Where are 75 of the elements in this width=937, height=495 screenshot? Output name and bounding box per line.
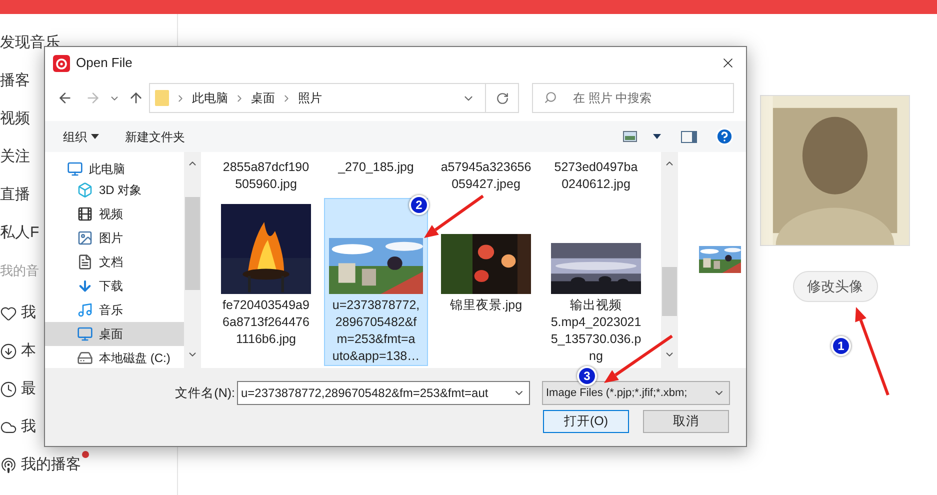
nav-item[interactable]: 文档 [45, 250, 184, 274]
back-icon[interactable] [57, 90, 73, 106]
file-type-select[interactable]: Image Files (*.pjp;*.jfif;*.xbm; [542, 381, 730, 405]
section-title: 我的音 [0, 262, 39, 280]
dialog-title: Open File [76, 54, 132, 72]
sidebar-icon [0, 380, 17, 398]
new-folder-button[interactable]: 新建文件夹 [125, 128, 185, 146]
filename-field[interactable]: u=2373878772,2896705482&fm=253&fmt=aut [237, 381, 530, 405]
nav-item[interactable]: 3D 对象 [45, 178, 184, 202]
nav-item[interactable]: 图片 [45, 226, 184, 250]
sidebar-item[interactable]: 视频 [0, 106, 30, 144]
cancel-button[interactable]: 取消 [643, 410, 729, 433]
nav-item[interactable]: 下载 [45, 274, 184, 298]
step-number: 1 [831, 336, 851, 356]
address-bar[interactable]: 此电脑 桌面 照片 [149, 83, 519, 113]
document-icon [77, 254, 93, 270]
up-icon[interactable] [128, 90, 144, 106]
monitor-icon [77, 326, 93, 342]
image-icon [77, 230, 93, 246]
folder-icon [155, 90, 169, 106]
file-name: 输出视频 5.mp4_2023021 5_135730.036.p ng [550, 297, 642, 365]
nav-item[interactable]: 视频 [45, 202, 184, 226]
sidebar-icon [0, 304, 17, 322]
search-field[interactable]: 在 照片 中搜索 [532, 83, 734, 113]
open-button[interactable]: 打开(O) [543, 410, 629, 433]
sidebar-item[interactable]: 关注 [0, 144, 30, 182]
computer-icon [67, 161, 83, 177]
music-icon [77, 302, 93, 318]
sidebar-icon [0, 342, 17, 360]
app-logo-icon [53, 54, 70, 72]
sidebar-item[interactable]: 我 [21, 416, 36, 438]
file-name[interactable]: a57945a323656 059427.jpeg [434, 159, 538, 193]
caret-icon[interactable] [653, 134, 661, 139]
drive-icon [77, 350, 93, 366]
scroll-thumb[interactable] [662, 267, 677, 316]
preview-pane-icon[interactable] [681, 130, 697, 142]
sidebar-item[interactable]: 本 [21, 340, 36, 362]
change-avatar-button[interactable]: 修改头像 [792, 271, 878, 302]
sidebar-icon [0, 456, 17, 474]
cube-icon [77, 182, 93, 198]
sidebar-item[interactable]: 最 [21, 378, 36, 400]
file-name[interactable]: 5273ed0497ba 0240612.jpg [544, 159, 648, 193]
download-icon [77, 278, 93, 294]
nav-item[interactable]: 此电脑 [45, 160, 184, 178]
help-icon[interactable] [715, 127, 734, 146]
search-icon [544, 91, 557, 104]
view-icon[interactable] [623, 131, 637, 142]
breadcrumb-item[interactable]: 此电脑 [192, 89, 228, 107]
sidebar-item[interactable]: 直播 [0, 182, 30, 220]
file-name: 锦里夜景.jpg [450, 297, 522, 314]
nav-item[interactable]: 桌面 [45, 322, 184, 346]
file-tile[interactable]: fe720403549a9 6a8713f264476 1116b6.jpg [214, 198, 318, 366]
film-icon [77, 206, 93, 222]
breadcrumb-item[interactable]: 桌面 [251, 89, 275, 107]
scrollbar[interactable] [184, 152, 201, 368]
file-tile[interactable]: 锦里夜景.jpg [434, 198, 538, 366]
organize-menu[interactable]: 组织 [63, 128, 99, 146]
breadcrumb-item[interactable]: 照片 [298, 89, 322, 107]
caret-icon [91, 134, 99, 139]
refresh-icon[interactable] [496, 92, 508, 104]
file-name[interactable]: 2855a87dcf190 505960.jpg [214, 159, 318, 193]
pointer-arrow [424, 194, 484, 238]
sidebar-item[interactable]: 私人F [0, 220, 40, 258]
scroll-thumb[interactable] [185, 197, 200, 290]
scrollbar[interactable] [661, 152, 678, 368]
nav-item[interactable]: 音乐 [45, 298, 184, 322]
file-name[interactable]: _270_185.jpg [324, 159, 428, 193]
file-tile[interactable]: 输出视频 5.mp4_2023021 5_135730.036.p ng [544, 198, 648, 366]
nav-item[interactable]: 本地磁盘 (C:) [45, 346, 184, 368]
sidebar-item[interactable]: 播客 [0, 68, 30, 106]
sidebar-item[interactable]: 我的播客 [21, 454, 81, 476]
filename-label: 文件名(N): [175, 384, 235, 402]
file-name: u=2373878772, 2896705482&f m=253&fmt=a uto&app=138… [332, 297, 420, 365]
file-name: fe720403549a9 6a8713f264476 1116b6.jpg [222, 297, 310, 348]
sidebar-item[interactable]: 我 [21, 302, 36, 324]
